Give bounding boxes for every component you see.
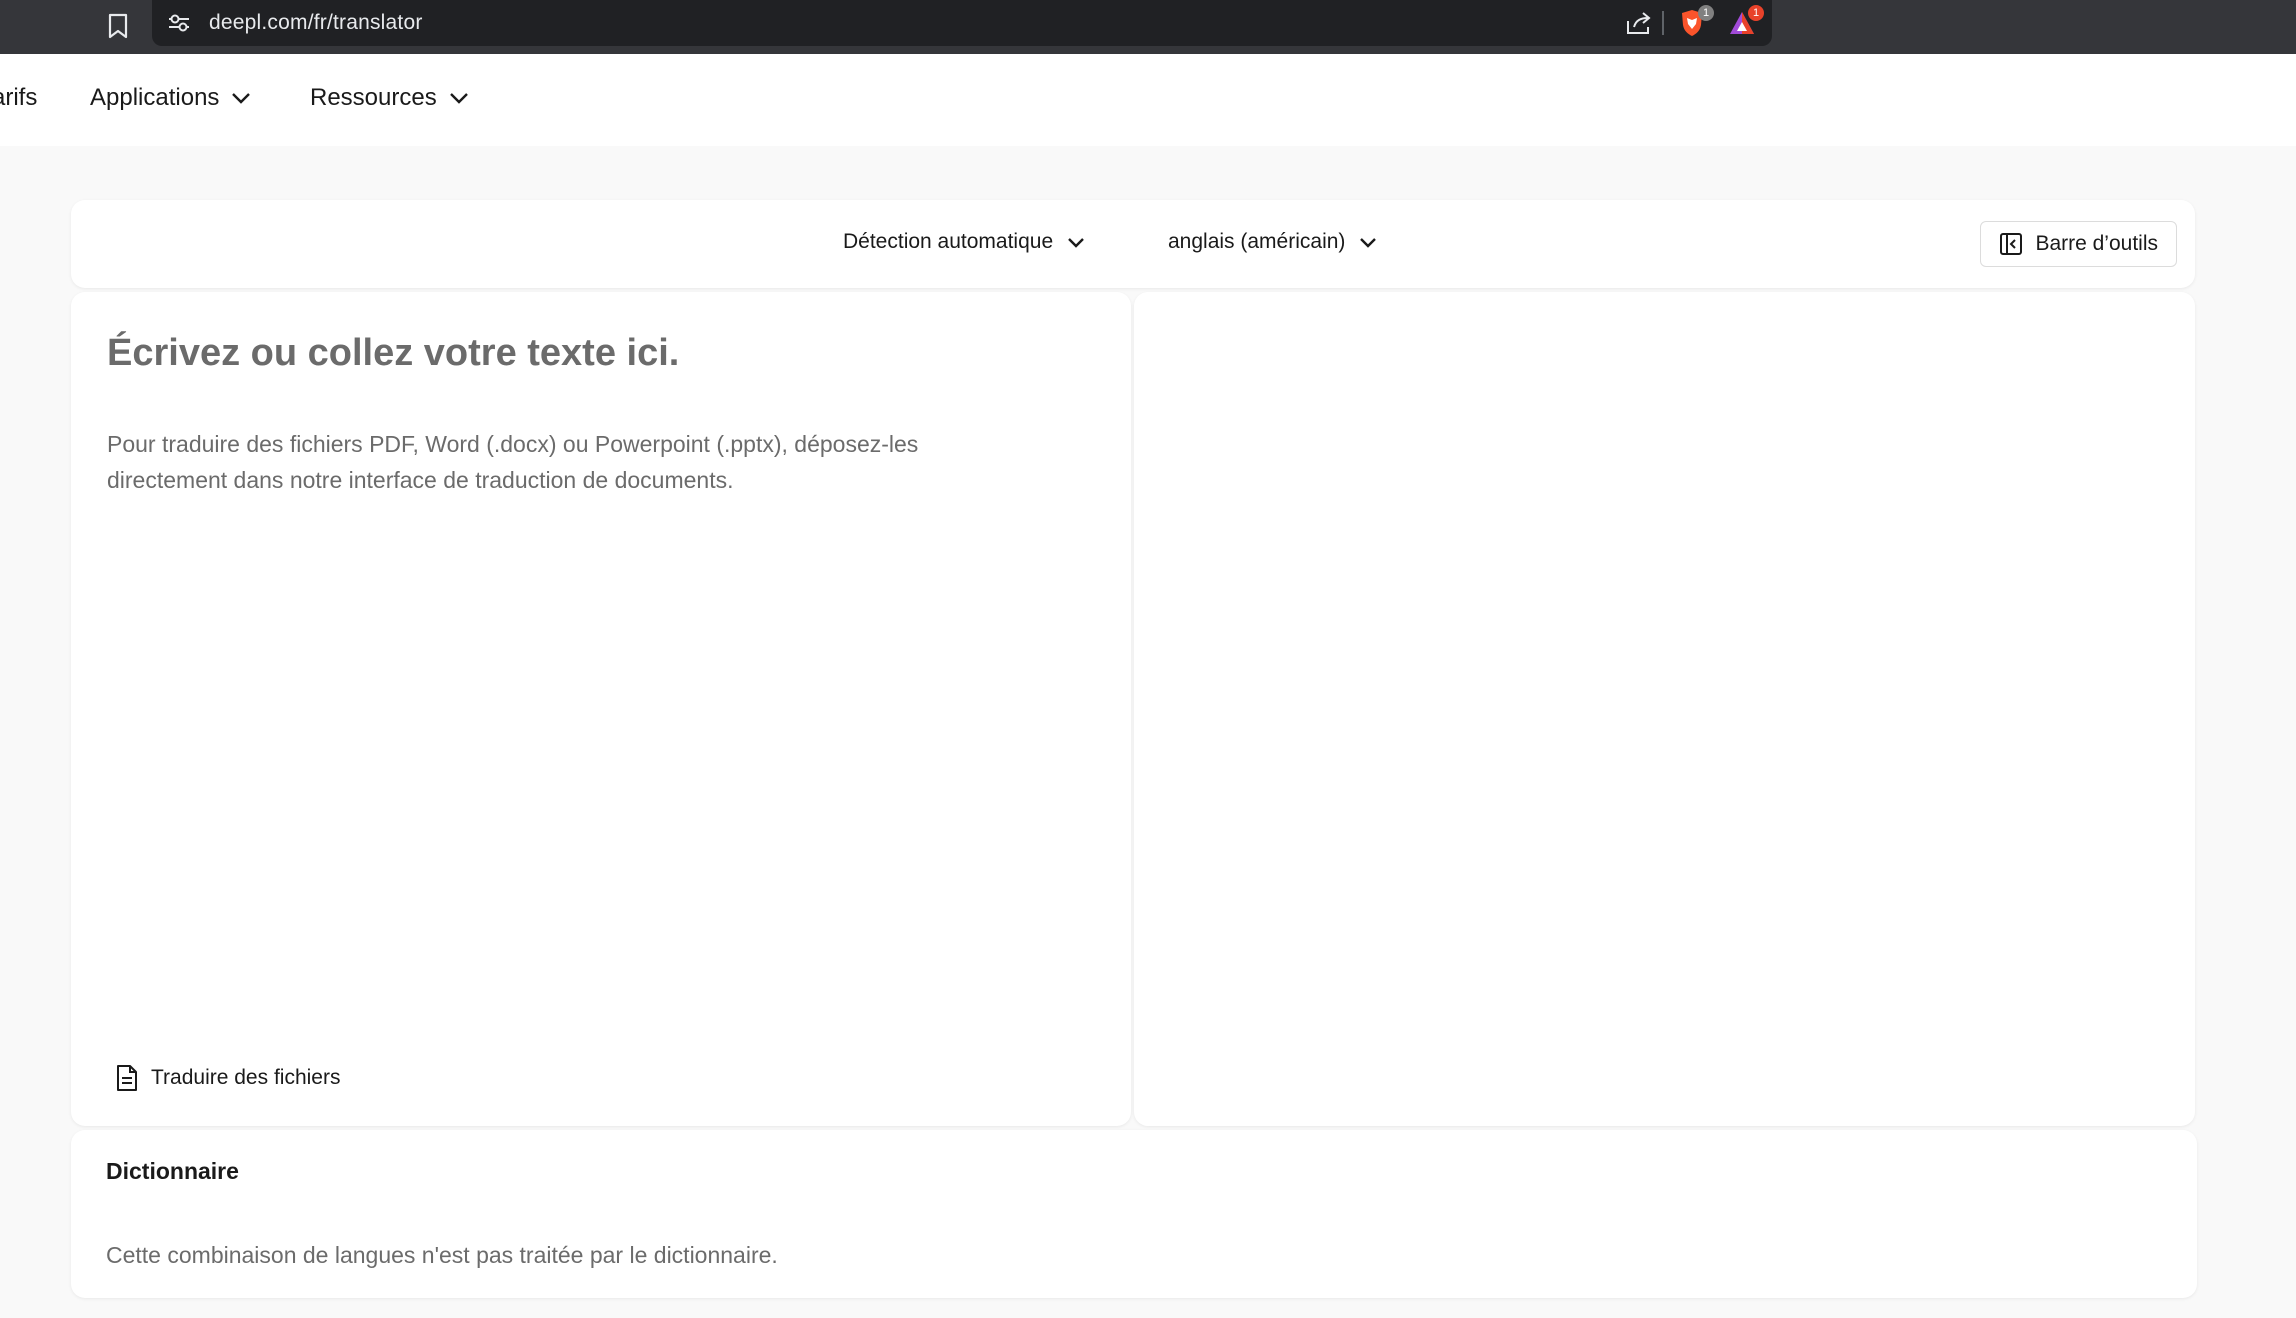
site-navigation: Tarifs Applications Ressources <box>0 54 2296 146</box>
target-text-panel[interactable] <box>1134 292 2195 1126</box>
source-text-panel[interactable]: Écrivez ou collez votre texte ici. Pour … <box>71 292 1131 1126</box>
brave-shields-icon[interactable]: 1 <box>1674 5 1714 41</box>
nav-item-label: Tarifs <box>0 84 38 111</box>
toolbar-label: Barre d’outils <box>2035 232 2158 255</box>
site-settings-icon[interactable] <box>164 8 194 38</box>
toolbar-divider <box>1662 11 1664 35</box>
translate-files-label: Traduire des fichiers <box>151 1066 341 1089</box>
dictionary-panel: Dictionnaire Cette combinaison de langue… <box>71 1130 2197 1298</box>
source-language-select[interactable]: Détection automatique <box>843 230 1085 254</box>
source-language-label: Détection automatique <box>843 230 1054 253</box>
chevron-down-icon <box>1068 237 1084 248</box>
extension-badge: 1 <box>1698 5 1714 21</box>
chevron-down-icon <box>449 93 468 104</box>
language-bar: Détection automatique anglais (américain… <box>71 200 2195 288</box>
document-icon <box>117 1065 137 1091</box>
bookmark-icon[interactable] <box>100 8 136 44</box>
target-language-select[interactable]: anglais (américain) <box>1168 230 1377 254</box>
nav-item-label: Ressources <box>310 84 437 111</box>
toolbar-toggle-button[interactable]: Barre d’outils <box>1980 221 2177 267</box>
brave-rewards-icon[interactable]: 1 <box>1724 5 1764 41</box>
notification-badge: 1 <box>1748 5 1764 21</box>
source-text-placeholder[interactable]: Écrivez ou collez votre texte ici. <box>107 332 679 375</box>
translate-files-button[interactable]: Traduire des fichiers <box>115 1064 340 1092</box>
nav-item-ressources[interactable]: Ressources <box>310 84 469 112</box>
target-language-label: anglais (américain) <box>1168 230 1346 253</box>
nav-item-tarifs[interactable]: Tarifs <box>0 84 37 112</box>
address-bar[interactable]: deepl.com/fr/translator 1 1 <box>152 0 1772 46</box>
dictionary-title: Dictionnaire <box>106 1158 239 1184</box>
chevron-down-icon <box>1360 237 1377 248</box>
nav-item-label: Applications <box>90 84 220 111</box>
document-translation-hint: Pour traduire des fichiers PDF, Word (.d… <box>107 431 919 493</box>
url-text[interactable]: deepl.com/fr/translator <box>209 11 423 35</box>
chevron-down-icon <box>232 93 251 104</box>
nav-item-applications[interactable]: Applications <box>90 84 251 112</box>
share-icon[interactable] <box>1622 6 1656 40</box>
sidebar-collapse-icon <box>2000 233 2023 255</box>
browser-toolbar: deepl.com/fr/translator 1 1 <box>0 0 2296 54</box>
dictionary-message: Cette combinaison de langues n'est pas t… <box>106 1242 778 1268</box>
